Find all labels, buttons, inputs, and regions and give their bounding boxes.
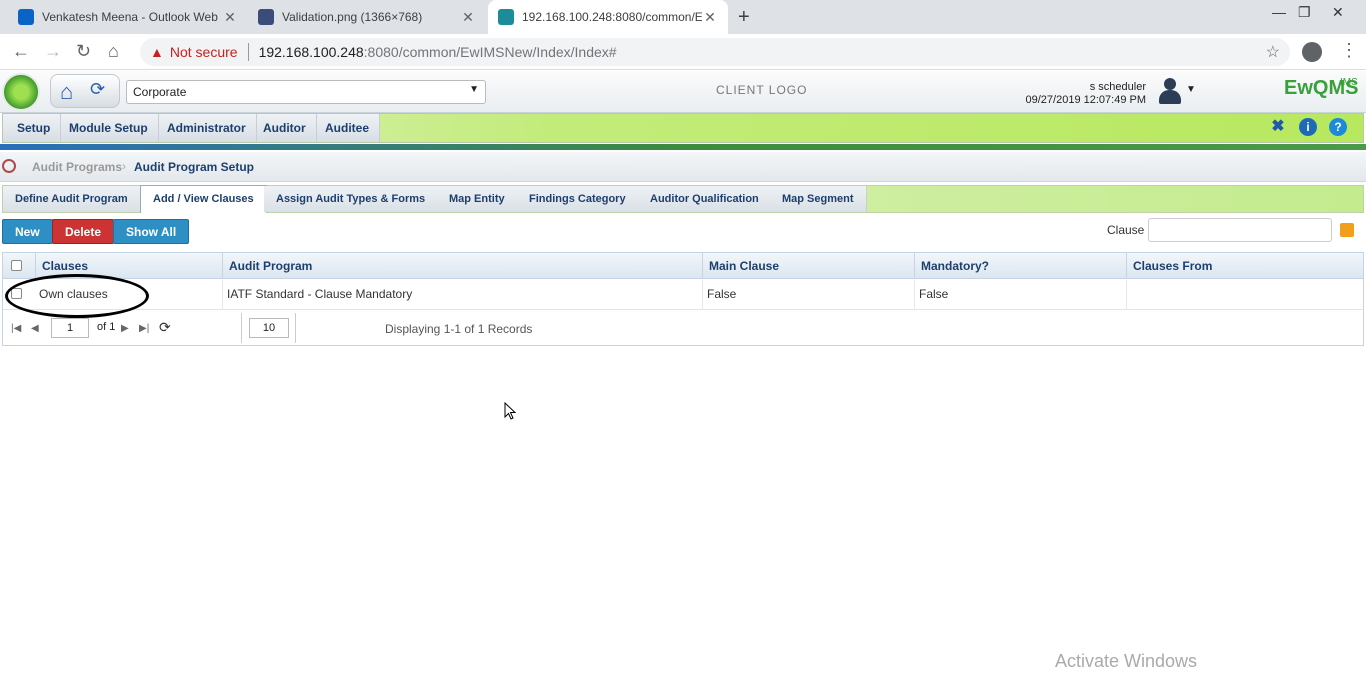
column-mandatory[interactable]: Mandatory? bbox=[915, 253, 1127, 279]
tab-map-segment[interactable]: Map Segment bbox=[770, 186, 867, 212]
clause-filter-input[interactable] bbox=[1148, 218, 1332, 242]
browser-tab-outlook[interactable]: Venkatesh Meena - Outlook Web ✕ bbox=[8, 0, 248, 34]
pin-icon[interactable]: ✖ bbox=[1269, 118, 1287, 136]
chevron-down-icon: ▼ bbox=[469, 84, 479, 95]
warning-icon: ▲ bbox=[150, 44, 164, 60]
refresh-grid-icon[interactable]: ⟳ bbox=[159, 319, 171, 336]
next-page-icon[interactable]: ▶ bbox=[121, 323, 129, 334]
tab-assign-audit-types[interactable]: Assign Audit Types & Forms bbox=[264, 186, 439, 212]
outlook-icon bbox=[18, 9, 34, 25]
menu-auditor[interactable]: Auditor bbox=[253, 114, 317, 142]
refresh-icon[interactable]: ⟳ bbox=[90, 79, 105, 100]
last-page-icon[interactable]: ▶| bbox=[139, 323, 149, 334]
delete-button[interactable]: Delete bbox=[52, 219, 115, 244]
back-icon[interactable]: ← bbox=[12, 41, 30, 62]
menu-kebab-icon[interactable]: ⋮ bbox=[1340, 40, 1358, 61]
user-menu-caret-icon[interactable]: ▼ bbox=[1186, 84, 1196, 95]
grid-header: Clauses Audit Program Main Clause Mandat… bbox=[3, 253, 1363, 279]
app-header: ⌂ ⟳ Corporate ▼ CLIENT LOGO s scheduler … bbox=[0, 71, 1366, 113]
close-icon[interactable]: ✕ bbox=[460, 9, 476, 26]
audit-icon bbox=[2, 159, 16, 173]
chevron-right-icon: › bbox=[122, 159, 126, 173]
organization-select[interactable]: Corporate ▼ bbox=[126, 80, 486, 104]
image-viewer-icon bbox=[258, 9, 274, 25]
app-favicon-icon bbox=[498, 9, 514, 25]
new-tab-icon[interactable]: + bbox=[738, 6, 750, 29]
home-nav-icon[interactable]: ⌂ bbox=[108, 41, 119, 62]
prev-page-icon[interactable]: ◀ bbox=[31, 323, 39, 334]
records-info: Displaying 1-1 of 1 Records bbox=[385, 322, 533, 336]
clause-filter-label: Clause bbox=[1107, 223, 1145, 237]
tab-map-entity[interactable]: Map Entity bbox=[437, 186, 518, 212]
browser-tabbar: Venkatesh Meena - Outlook Web ✕ Validati… bbox=[0, 0, 1366, 34]
first-page-icon[interactable]: |◀ bbox=[11, 323, 21, 334]
main-menu: Setup Module Setup Administrator Auditor… bbox=[2, 113, 1364, 143]
page-number-input[interactable]: 1 bbox=[51, 318, 89, 338]
mouse-cursor-icon bbox=[504, 402, 516, 420]
menu-auditee[interactable]: Auditee bbox=[315, 114, 381, 142]
new-button[interactable]: New bbox=[2, 219, 53, 244]
breadcrumb: Audit Programs › Audit Program Setup bbox=[0, 152, 1366, 182]
window-close-icon[interactable]: ✕ bbox=[1332, 4, 1344, 21]
browser-tab-validation[interactable]: Validation.png (1366×768) ✕ bbox=[248, 0, 486, 34]
column-audit-program[interactable]: Audit Program bbox=[223, 253, 703, 279]
info-icon[interactable]: i bbox=[1299, 118, 1317, 136]
column-clauses-from[interactable]: Clauses From bbox=[1127, 253, 1363, 279]
page-title: Audit Program Setup bbox=[134, 160, 255, 174]
activate-windows-watermark: Activate Windows bbox=[1055, 651, 1198, 671]
cell-audit-program: IATF Standard - Clause Mandatory bbox=[223, 280, 703, 310]
breadcrumb-audit-programs[interactable]: Audit Programs bbox=[32, 160, 122, 174]
reload-icon[interactable]: ↻ bbox=[76, 41, 91, 62]
cell-clauses-from bbox=[1127, 280, 1363, 310]
browser-tab-app[interactable]: 192.168.100.248:8080/common/E ✕ bbox=[488, 0, 728, 34]
minimize-icon[interactable]: — bbox=[1272, 4, 1286, 20]
url-field[interactable]: ▲ Not secure 192.168.100.248:8080/common… bbox=[140, 38, 1290, 66]
menu-administrator[interactable]: Administrator bbox=[157, 114, 257, 142]
tab-add-view-clauses[interactable]: Add / View Clauses bbox=[140, 185, 267, 213]
tab-define-audit-program[interactable]: Define Audit Program bbox=[3, 186, 141, 212]
search-icon[interactable] bbox=[1340, 223, 1354, 237]
select-all-checkbox[interactable] bbox=[11, 260, 22, 271]
user-name: s scheduler bbox=[1089, 81, 1146, 93]
menu-module-setup[interactable]: Module Setup bbox=[59, 114, 159, 142]
page-size-input[interactable]: 10 bbox=[249, 318, 289, 338]
pager: |◀ ◀ 1 of 1 ▶ ▶| ⟳ 10 Displaying 1-1 of … bbox=[3, 311, 1363, 345]
cell-main-clause: False bbox=[703, 280, 915, 310]
home-icon[interactable]: ⌂ bbox=[60, 79, 73, 105]
current-datetime: 09/27/2019 12:07:49 PM bbox=[1025, 94, 1146, 106]
profile-icon[interactable] bbox=[1302, 42, 1322, 62]
help-icon[interactable]: ? bbox=[1329, 118, 1347, 136]
restore-icon[interactable]: ❐ bbox=[1298, 4, 1311, 21]
avatar[interactable] bbox=[1156, 76, 1184, 106]
company-logo bbox=[2, 73, 40, 111]
page-count: of 1 bbox=[97, 321, 116, 333]
menu-setup[interactable]: Setup bbox=[7, 114, 62, 142]
close-icon[interactable]: ✕ bbox=[702, 9, 718, 26]
show-all-button[interactable]: Show All bbox=[113, 219, 190, 244]
tab-auditor-qualification[interactable]: Auditor Qualification bbox=[638, 186, 772, 212]
tab-findings-category[interactable]: Findings Category bbox=[517, 186, 639, 212]
table-row[interactable]: Own clauses IATF Standard - Clause Manda… bbox=[3, 280, 1363, 310]
clauses-grid: Clauses Audit Program Main Clause Mandat… bbox=[2, 252, 1364, 346]
address-bar: ← → ↻ ⌂ ▲ Not secure 192.168.100.248:808… bbox=[0, 34, 1366, 70]
bookmark-star-icon[interactable]: ☆ bbox=[1266, 42, 1280, 62]
client-logo: CLIENT LOGO bbox=[716, 83, 808, 97]
column-main-clause[interactable]: Main Clause bbox=[703, 253, 915, 279]
forward-icon[interactable]: → bbox=[44, 41, 62, 62]
subtab-bar: Define Audit Program Add / View Clauses … bbox=[2, 185, 1364, 213]
close-icon[interactable]: ✕ bbox=[222, 9, 238, 26]
cell-mandatory: False bbox=[915, 280, 1127, 310]
